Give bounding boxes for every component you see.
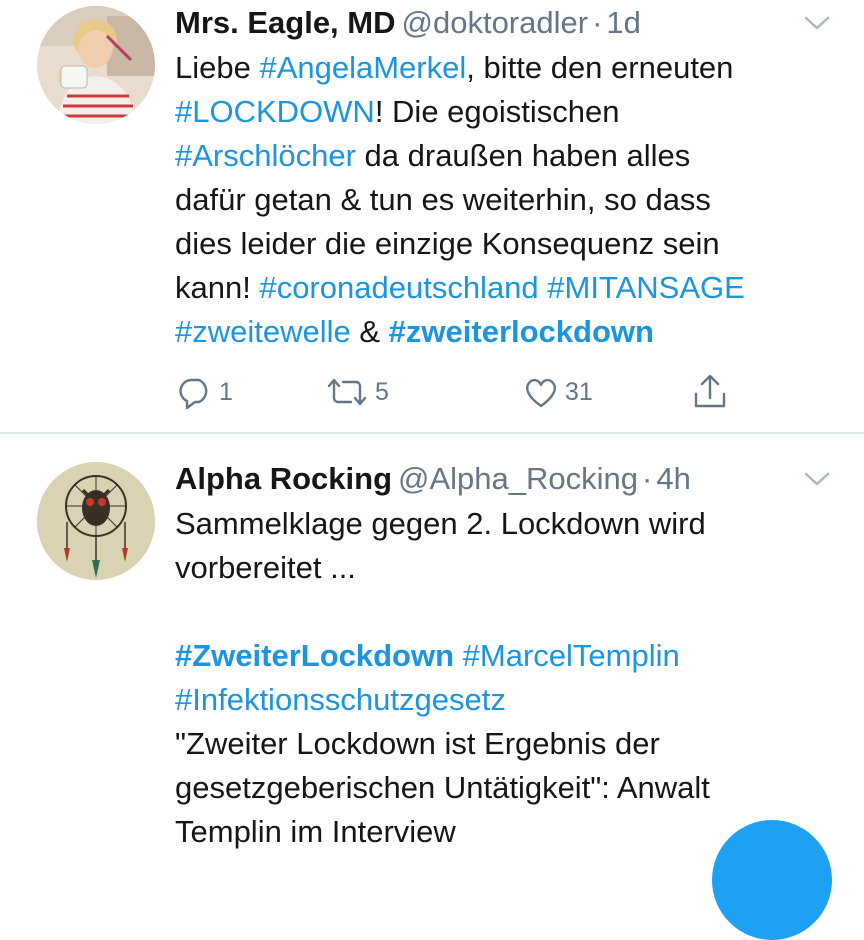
display-name[interactable]: Alpha Rocking xyxy=(175,461,392,496)
retweet-icon xyxy=(327,378,367,406)
text-segment: & xyxy=(350,314,389,349)
text-line: "Zweiter Lockdown ist Ergebnis der xyxy=(175,726,660,761)
hashtag-link[interactable]: #zweiterlockdown xyxy=(389,314,654,349)
chevron-down-icon[interactable] xyxy=(800,12,834,34)
user-handle[interactable]: @doktoradler xyxy=(402,5,589,40)
reply-count: 1 xyxy=(219,377,233,406)
tweet-timestamp[interactable]: 4h xyxy=(656,461,690,496)
hashtag-link[interactable]: #MarcelTemplin xyxy=(463,638,680,673)
reply-icon xyxy=(179,378,208,410)
share-button[interactable] xyxy=(690,370,730,414)
tweet-header: Mrs. Eagle, MD @doktoradler · 1d xyxy=(175,0,834,46)
hashtag-link[interactable]: #LOCKDOWN xyxy=(175,94,375,129)
tweet-actions: 1 5 31 xyxy=(175,370,735,414)
display-name[interactable]: Mrs. Eagle, MD xyxy=(175,5,396,40)
like-button[interactable]: 31 xyxy=(521,370,593,414)
tweet[interactable]: Alpha Rocking @Alpha_Rocking · 4h Sammelkla… xyxy=(0,434,864,864)
tweet-text: Sammelklage gegen 2. Lockdown wird vorbe… xyxy=(175,502,834,854)
text-segment xyxy=(539,270,548,305)
compose-button[interactable] xyxy=(712,820,832,940)
text-segment: ! Die egoistischen xyxy=(374,94,620,129)
avatar[interactable] xyxy=(37,6,155,124)
tweet-content: Mrs. Eagle, MD @doktoradler · 1d Liebe #Ang… xyxy=(175,0,834,354)
tweet-content: Alpha Rocking @Alpha_Rocking · 4h Sammelkla… xyxy=(175,456,834,854)
text-segment: kann! xyxy=(175,270,260,305)
text-segment: Liebe xyxy=(175,50,260,85)
hashtag-link[interactable]: #ZweiterLockdown xyxy=(175,638,454,673)
hashtag-link[interactable]: #zweitewelle xyxy=(175,314,351,349)
text-line: dies leider die einzige Konsequenz sein xyxy=(175,226,720,261)
hashtag-link[interactable]: #Infektionsschutzgesetz xyxy=(175,682,506,717)
tweet-text: Liebe #AngelaMerkel, bitte den erneuten … xyxy=(175,46,834,354)
avatar-image xyxy=(37,6,155,124)
user-handle[interactable]: @Alpha_Rocking xyxy=(398,461,638,496)
reply-button[interactable]: 1 xyxy=(175,370,233,414)
like-count: 31 xyxy=(565,377,593,406)
hashtag-link[interactable]: #AngelaMerkel xyxy=(259,50,466,85)
avatar[interactable] xyxy=(37,462,155,580)
separator-dot: · xyxy=(592,5,603,40)
tweet-timestamp[interactable]: 1d xyxy=(606,5,640,40)
share-icon xyxy=(694,374,726,408)
heart-icon xyxy=(526,378,556,408)
text-segment: , bitte den erneuten xyxy=(466,50,734,85)
text-segment xyxy=(454,638,463,673)
avatar-image xyxy=(37,462,155,580)
separator-dot: · xyxy=(642,461,653,496)
tweet[interactable]: Mrs. Eagle, MD @doktoradler · 1d Liebe #Ang… xyxy=(0,0,864,432)
hashtag-link[interactable]: #coronadeutschland xyxy=(259,270,538,305)
tweet-header: Alpha Rocking @Alpha_Rocking · 4h xyxy=(175,456,834,502)
text-segment: da draußen haben alles xyxy=(355,138,691,173)
chevron-down-icon[interactable] xyxy=(800,468,834,490)
hashtag-link[interactable]: #MITANSAGE xyxy=(547,270,745,305)
text-line: vorbereitet ... xyxy=(175,550,356,585)
text-line: gesetzgeberischen Untätigkeit": Anwalt xyxy=(175,770,710,805)
hashtag-link[interactable]: #Arschlöcher xyxy=(175,138,356,173)
text-line: dafür getan & tun es weiterhin, so dass xyxy=(175,182,711,217)
retweet-count: 5 xyxy=(375,377,389,406)
retweet-button[interactable]: 5 xyxy=(323,370,389,414)
text-line: Sammelklage gegen 2. Lockdown wird xyxy=(175,506,706,541)
